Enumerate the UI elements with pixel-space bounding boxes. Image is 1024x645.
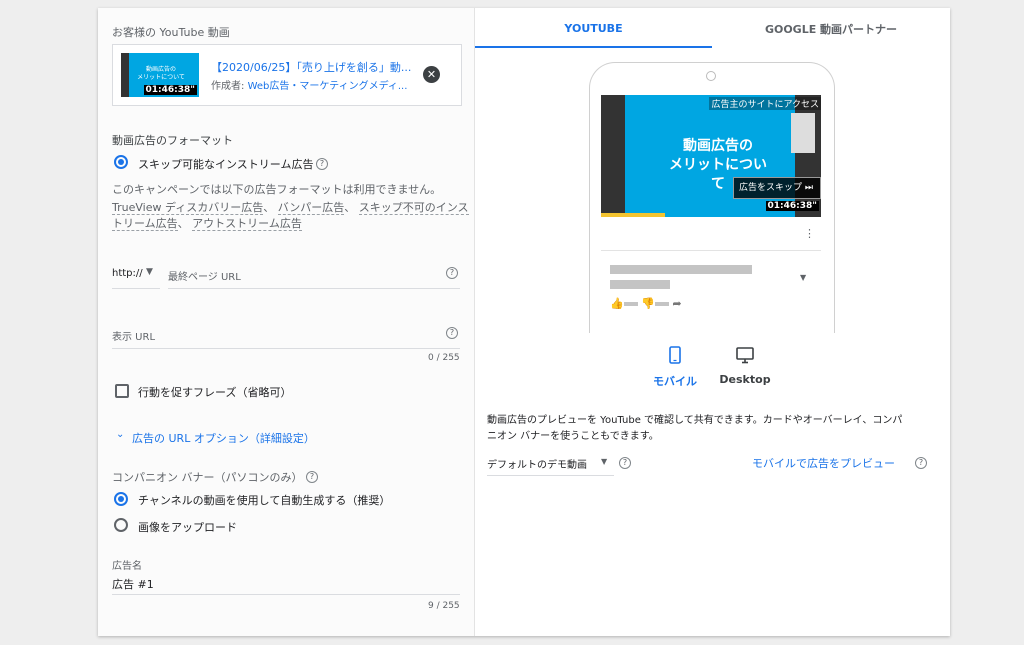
ad-editor-card: お客様の YouTube 動画 動画広告の メリットについて 01:46:38"…: [98, 8, 950, 636]
display-url-counter: 0 / 255: [428, 353, 460, 363]
companion-radio-upload[interactable]: [114, 518, 128, 532]
help-circle-icon[interactable]: ?: [446, 327, 458, 339]
video-player[interactable]: 動画広告の メリットについて 広告主のサイトにアクセス 広告をスキップ ⏭ 01…: [601, 95, 821, 217]
format-link[interactable]: TrueView ディスカバリー広告: [112, 201, 264, 215]
more-options-icon[interactable]: ⋮: [804, 227, 815, 240]
preview-on-mobile-link[interactable]: モバイルで広告をプレビュー: [752, 455, 895, 471]
monitor-icon: [736, 347, 754, 364]
display-url-input[interactable]: 表示 URL ?: [112, 326, 460, 349]
demo-video-value: デフォルトのデモ動画: [487, 460, 587, 471]
device-mobile[interactable]: モバイル: [643, 346, 707, 402]
thumb-down-icon: 👎: [641, 297, 655, 310]
format-link[interactable]: スキップ不可のインス: [358, 201, 469, 215]
video-section-label: お客様の YouTube 動画: [112, 26, 230, 39]
chevron-down-icon: ⌄: [116, 429, 125, 440]
help-circle-icon[interactable]: ?: [306, 471, 318, 483]
video-title[interactable]: 【2020/06/25】「売り上げを創る」動...: [211, 59, 411, 75]
visit-site-link[interactable]: 広告主のサイトにアクセス: [709, 97, 821, 110]
author-prefix: 作成者:: [211, 81, 248, 92]
help-circle-icon[interactable]: ?: [446, 267, 458, 279]
selected-video-card[interactable]: 動画広告の メリットについて 01:46:38" 【2020/06/25】「売り…: [112, 44, 462, 106]
help-circle-icon[interactable]: ?: [316, 158, 328, 170]
player-thumb-text: 動画広告の: [683, 138, 753, 154]
url-options-toggle[interactable]: 広告の URL オプション（詳細設定）: [132, 430, 315, 446]
format-links-line1: TrueView ディスカバリー広告、 バンパー広告、 スキップ不可のインス: [112, 201, 469, 215]
skip-ad-label: 広告をスキップ: [739, 183, 803, 193]
display-url-placeholder: 表示 URL: [112, 332, 156, 343]
skip-next-icon: ⏭: [804, 183, 813, 193]
format-link[interactable]: トリーム広告: [112, 217, 178, 231]
preview-panel: YOUTUBE GOOGLE 動画パートナー 動画広告の メリットについて 広告…: [475, 8, 950, 636]
ad-name-counter: 9 / 255: [428, 601, 460, 611]
like-row: 👍 👎 ➦: [610, 297, 682, 310]
tab-label: GOOGLE 動画パートナー: [764, 23, 898, 36]
format-link[interactable]: バンパー広告: [277, 201, 345, 215]
device-desktop-label: Desktop: [719, 373, 771, 386]
demo-video-select[interactable]: デフォルトのデモ動画 ▼: [487, 455, 614, 476]
url-protocol-select[interactable]: http:// ▼: [112, 266, 160, 289]
smartphone-icon: [669, 346, 681, 364]
format-link[interactable]: アウトストリーム広告: [192, 217, 302, 231]
final-url-input[interactable]: 最終ページ URL ?: [168, 266, 460, 289]
final-url-placeholder: 最終ページ URL: [168, 272, 241, 283]
chevron-down-icon: ▼: [146, 267, 153, 277]
help-circle-icon[interactable]: ?: [619, 457, 631, 469]
companion-auto-label: チャンネルの動画を使用して自動生成する（推奨）: [138, 494, 391, 507]
companion-upload-label: 画像をアップロード: [138, 521, 237, 534]
format-option-label: スキップ可能なインストリーム広告: [138, 158, 314, 171]
phone-mockup: 動画広告の メリットについて 広告主のサイトにアクセス 広告をスキップ ⏭ 01…: [589, 62, 835, 333]
chevron-down-icon[interactable]: ▼: [800, 273, 806, 282]
video-thumbnail: 動画広告の メリットについて 01:46:38": [121, 53, 199, 97]
format-links-line2: トリーム広告、 アウトストリーム広告: [112, 217, 302, 231]
skip-ad-button[interactable]: 広告をスキップ ⏭: [733, 177, 821, 199]
phone-camera: [706, 71, 716, 81]
companion-banner-label: コンパニオン バナー（パソコンのみ）: [112, 471, 303, 484]
description-line: ニオン バナーを使うこともできます。: [487, 431, 659, 442]
ad-name-label: 広告名: [112, 561, 142, 572]
cta-label: 行動を促すフレーズ（省略可）: [138, 386, 292, 399]
tab-youtube[interactable]: YOUTUBE: [475, 8, 712, 48]
share-icon: ➦: [672, 297, 682, 310]
device-mobile-label: モバイル: [653, 375, 697, 388]
help-circle-icon[interactable]: ?: [915, 457, 927, 469]
preview-description: 動画広告のプレビューを YouTube で確認して共有できます。カードやオーバー…: [487, 413, 942, 445]
format-note: このキャンペーンでは以下の広告フォーマットは利用できません。: [112, 183, 442, 196]
video-duration: 01:46:38": [143, 85, 197, 95]
thumb-up-icon: 👍: [610, 297, 624, 310]
companion-radio-auto[interactable]: [114, 492, 128, 506]
url-protocol-value: http://: [112, 268, 143, 279]
thumb-text: メリットについて: [137, 74, 185, 81]
format-label: 動画広告のフォーマット: [112, 134, 233, 147]
format-radio-skippable[interactable]: [114, 155, 128, 169]
player-duration: 01:46:38": [765, 201, 819, 211]
placeholder-bar: [610, 280, 670, 289]
thumb-text: 動画広告の: [145, 66, 176, 73]
description-line: 動画広告のプレビューを YouTube で確認して共有できます。カードやオーバー…: [487, 415, 903, 426]
ad-settings-panel: お客様の YouTube 動画 動画広告の メリットについて 01:46:38"…: [98, 8, 475, 636]
video-author-link[interactable]: Web広告・マーケティングメディ...: [248, 81, 408, 92]
ad-name-input[interactable]: 広告 #1: [112, 574, 460, 595]
ad-name-value: 広告 #1: [112, 578, 154, 591]
tab-label: YOUTUBE: [564, 22, 623, 35]
placeholder-bar: [610, 265, 752, 274]
tab-google-video-partners[interactable]: GOOGLE 動画パートナー: [712, 8, 950, 48]
chevron-down-icon: ▼: [601, 457, 608, 466]
device-desktop[interactable]: Desktop: [713, 346, 777, 402]
cta-checkbox[interactable]: [115, 384, 129, 398]
close-circle-icon[interactable]: ✕: [423, 66, 440, 83]
